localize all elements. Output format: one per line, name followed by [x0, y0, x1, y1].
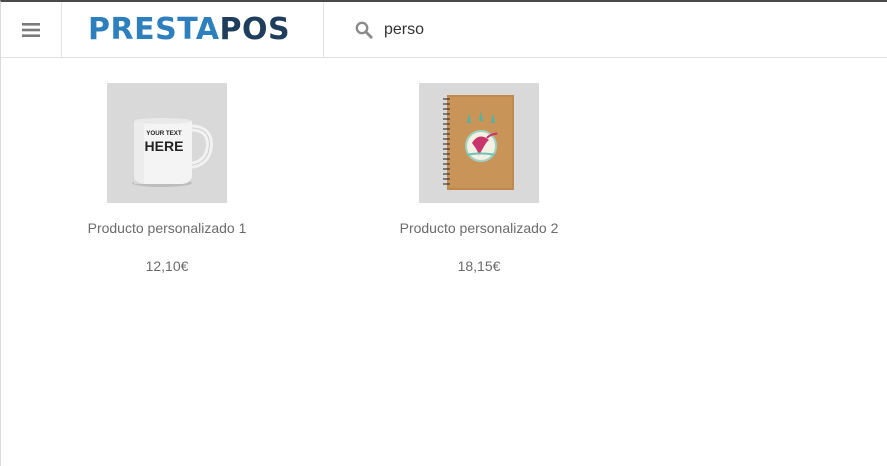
product-image-mug[interactable]: YOUR TEXT HERE [107, 83, 227, 203]
hamburger-menu-icon [22, 23, 40, 37]
search-icon[interactable] [355, 21, 373, 39]
product-image-notebook[interactable] [419, 83, 539, 203]
logo-suffix: POS [219, 12, 291, 47]
product-card[interactable]: YOUR TEXT HERE Producto personalizado 1 … [67, 83, 267, 274]
mug-image: YOUR TEXT HERE [107, 83, 227, 203]
top-bar: PRESTAPOS [1, 2, 887, 58]
product-card[interactable]: Producto personalizado 2 18,15€ [379, 83, 579, 274]
search-input[interactable] [384, 18, 864, 42]
product-name: Producto personalizado 1 [87, 220, 247, 236]
mug-text-line1: YOUR TEXT [146, 130, 182, 137]
mug-text-line2: HERE [145, 138, 184, 154]
notebook-image [419, 83, 539, 203]
product-name: Producto personalizado 2 [399, 220, 559, 236]
search-bar [325, 2, 887, 58]
product-results: YOUR TEXT HERE Producto personalizado 1 … [1, 59, 887, 466]
brand-logo[interactable]: PRESTAPOS [63, 2, 324, 58]
app-window: PRESTAPOS YOUR TEXT [0, 0, 887, 466]
logo-prefix: PRESTA [88, 12, 220, 47]
product-price: 18,15€ [457, 258, 501, 274]
product-price: 12,10€ [145, 258, 189, 274]
logo-text: PRESTAPOS [88, 15, 290, 45]
menu-button[interactable] [1, 2, 62, 58]
